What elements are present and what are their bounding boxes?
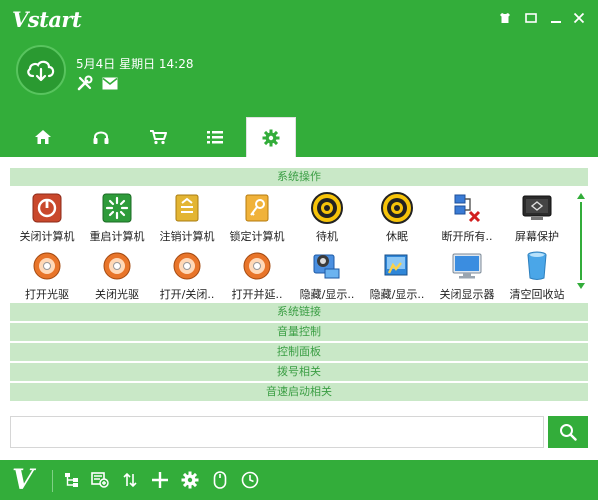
grid-item-cd-close[interactable]: 关闭光驱 bbox=[82, 248, 152, 302]
plus-icon[interactable] bbox=[150, 470, 170, 490]
tab-music[interactable] bbox=[76, 117, 126, 157]
restart-icon bbox=[101, 192, 133, 224]
scroll-thumb[interactable] bbox=[580, 202, 582, 280]
grid-item-label: 屏幕保护 bbox=[515, 230, 559, 243]
grid-item-label: 关闭显示器 bbox=[439, 288, 495, 301]
mouse-icon[interactable] bbox=[210, 470, 230, 490]
search-input[interactable] bbox=[10, 416, 544, 448]
grid-item-monitor-off[interactable]: 关闭显示器 bbox=[432, 248, 502, 302]
sort-icon[interactable] bbox=[120, 470, 140, 490]
cloud-sync-icon bbox=[27, 60, 55, 82]
section-volume[interactable]: 音量控制 bbox=[10, 323, 588, 341]
home-icon bbox=[35, 130, 51, 144]
grid-item-screensaver[interactable]: 屏幕保护 bbox=[502, 190, 568, 246]
grid-item-label: 关闭光驱 bbox=[95, 288, 139, 301]
grid-item-label: 待机 bbox=[316, 230, 338, 243]
scroll-down-icon[interactable] bbox=[577, 283, 585, 289]
minimize-icon[interactable] bbox=[548, 9, 564, 27]
grid-item-label: 打开/关闭.. bbox=[159, 288, 215, 301]
tree-icon[interactable] bbox=[62, 470, 82, 490]
grid-item-label: 清空回收站 bbox=[509, 288, 565, 301]
footer-logo[interactable]: V bbox=[12, 463, 34, 496]
cd-close-icon bbox=[101, 250, 133, 282]
tab-list[interactable] bbox=[190, 117, 240, 157]
network-disconnect-icon bbox=[451, 192, 483, 224]
screensaver-icon bbox=[521, 192, 553, 224]
clock-icon[interactable] bbox=[240, 470, 260, 490]
avatar[interactable] bbox=[16, 45, 66, 95]
grid-item-label: 重启计算机 bbox=[89, 230, 145, 243]
grid-item-hibernate[interactable]: 休眠 bbox=[362, 190, 432, 246]
hibernate-icon bbox=[381, 192, 413, 224]
skin-icon[interactable] bbox=[497, 9, 513, 27]
vstart-window: Vstart 5月4日 星期日 14:28 系统操作 关闭计算机 重启计算机 注… bbox=[0, 0, 598, 500]
grid-item-label: 打开光驱 bbox=[25, 288, 69, 301]
menu-icon[interactable] bbox=[523, 9, 539, 27]
grid-item-restart[interactable]: 重启计算机 bbox=[82, 190, 152, 246]
grid-item-disconnect[interactable]: 断开所有.. bbox=[432, 190, 502, 246]
recycle-bin-icon bbox=[521, 250, 553, 282]
section-control-panel[interactable]: 控制面板 bbox=[10, 343, 588, 361]
tools-icon[interactable] bbox=[76, 74, 94, 92]
cart-icon bbox=[150, 130, 167, 145]
standby-icon bbox=[311, 192, 343, 224]
grid-item-label: 锁定计算机 bbox=[229, 230, 285, 243]
cd-toggle-icon bbox=[171, 250, 203, 282]
cd-delay-icon bbox=[241, 250, 273, 282]
grid-item-label: 隐藏/显示.. bbox=[299, 288, 355, 301]
hide-show-icon bbox=[311, 250, 343, 282]
grid-item-logoff[interactable]: 注销计算机 bbox=[152, 190, 222, 246]
headphones-icon bbox=[93, 131, 109, 144]
search-icon bbox=[560, 424, 577, 441]
tab-settings[interactable] bbox=[246, 117, 296, 157]
search-button[interactable] bbox=[548, 416, 588, 448]
section-system-links[interactable]: 系统链接 bbox=[10, 303, 588, 321]
monitor-off-icon bbox=[451, 250, 483, 282]
cd-open-icon bbox=[31, 250, 63, 282]
datetime-text: 5月4日 星期日 14:28 bbox=[76, 57, 194, 71]
power-off-icon bbox=[31, 192, 63, 224]
grid-item-label: 打开并延.. bbox=[231, 288, 283, 301]
grid-item-label: 断开所有.. bbox=[441, 230, 493, 243]
grid-item-shutdown[interactable]: 关闭计算机 bbox=[12, 190, 82, 246]
grid-item-lock[interactable]: 锁定计算机 bbox=[222, 190, 292, 246]
section-quick-launch[interactable]: 音速启动相关 bbox=[10, 383, 588, 401]
grid-item-hide-show[interactable]: 隐藏/显示.. bbox=[292, 248, 362, 302]
close-icon[interactable] bbox=[571, 9, 587, 27]
grid-item-cd-delay[interactable]: 打开并延.. bbox=[222, 248, 292, 302]
settings-icon[interactable] bbox=[180, 470, 200, 490]
add-item-icon[interactable] bbox=[90, 470, 110, 490]
content-area: 系统操作 bbox=[10, 168, 588, 188]
logoff-icon bbox=[171, 192, 203, 224]
lock-key-icon bbox=[241, 192, 273, 224]
grid-item-recycle-bin[interactable]: 清空回收站 bbox=[502, 248, 568, 302]
grid-item-cd-toggle[interactable]: 打开/关闭.. bbox=[152, 248, 222, 302]
grid-item-standby[interactable]: 待机 bbox=[292, 190, 362, 246]
grid-item-label: 休眠 bbox=[386, 230, 408, 243]
tab-home[interactable] bbox=[18, 117, 68, 157]
list-icon bbox=[207, 131, 223, 144]
scroll-up-icon[interactable] bbox=[577, 193, 585, 199]
mail-icon[interactable] bbox=[101, 74, 119, 92]
grid-item-label: 关闭计算机 bbox=[19, 230, 75, 243]
section-list: 系统链接 音量控制 控制面板 拨号相关 音速启动相关 bbox=[10, 303, 588, 403]
grid-item-cd-open[interactable]: 打开光驱 bbox=[12, 248, 82, 302]
footer-divider bbox=[52, 470, 53, 492]
gear-icon bbox=[262, 129, 280, 146]
grid-scrollbar[interactable] bbox=[577, 193, 585, 289]
footer-toolbar: V bbox=[0, 460, 598, 500]
section-system-ops[interactable]: 系统操作 bbox=[10, 168, 588, 186]
section-dialup[interactable]: 拨号相关 bbox=[10, 363, 588, 381]
hide-show-desktop-icon bbox=[381, 250, 413, 282]
grid-item-label: 注销计算机 bbox=[159, 230, 215, 243]
app-logo: Vstart bbox=[12, 7, 82, 32]
grid-item-label: 隐藏/显示.. bbox=[369, 288, 425, 301]
grid-item-hide-show-desktop[interactable]: 隐藏/显示.. bbox=[362, 248, 432, 302]
system-ops-grid: 关闭计算机 重启计算机 注销计算机 锁定计算机 待机 休眠 断开所有.. 屏幕保… bbox=[12, 190, 568, 302]
tab-shop[interactable] bbox=[133, 117, 183, 157]
header: Vstart 5月4日 星期日 14:28 bbox=[0, 0, 598, 157]
